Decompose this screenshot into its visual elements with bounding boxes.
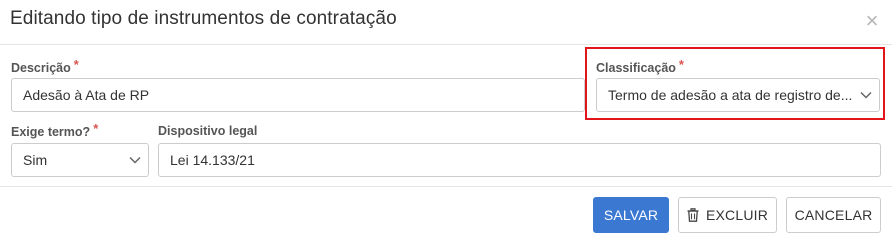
exige-termo-label: Exige termo? *	[11, 121, 99, 139]
cancel-button[interactable]: CANCELAR	[786, 197, 881, 233]
required-mark: *	[93, 121, 99, 136]
delete-button[interactable]: EXCLUIR	[678, 197, 777, 233]
dispositivo-legal-value: Lei 14.133/21	[170, 152, 255, 168]
descricao-label: Descrição *	[11, 57, 79, 75]
exige-termo-value: Sim	[23, 152, 48, 168]
highlight-box	[585, 47, 885, 120]
descricao-value: Adesão à Ata de RP	[23, 87, 150, 103]
descricao-label-text: Descrição	[11, 61, 71, 75]
descricao-field[interactable]: Adesão à Ata de RP	[11, 78, 585, 112]
exige-termo-label-text: Exige termo?	[11, 125, 91, 139]
save-button[interactable]: SALVAR	[593, 197, 669, 233]
trash-icon	[687, 208, 699, 222]
close-icon[interactable]: ×	[862, 10, 882, 32]
exige-termo-select[interactable]: Sim	[11, 143, 149, 177]
dispositivo-legal-label: Dispositivo legal	[158, 124, 257, 138]
chevron-down-icon	[122, 156, 148, 164]
required-mark: *	[73, 57, 79, 72]
header-divider	[0, 44, 892, 45]
dialog-title: Editando tipo de instrumentos de contrat…	[10, 8, 397, 29]
footer-divider	[0, 186, 892, 187]
dispositivo-legal-label-text: Dispositivo legal	[158, 124, 258, 138]
delete-label: EXCLUIR	[705, 207, 769, 223]
dispositivo-legal-field[interactable]: Lei 14.133/21	[158, 143, 881, 177]
